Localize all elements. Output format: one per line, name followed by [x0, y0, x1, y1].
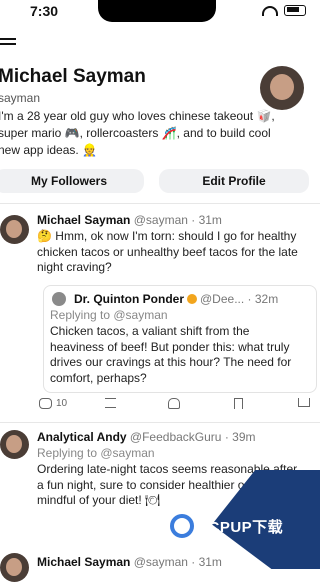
repost-button[interactable]	[105, 398, 116, 408]
post-header: Michael Sayman @sayman · 31m	[37, 555, 222, 569]
menu-icon[interactable]	[0, 38, 16, 48]
comment-button[interactable]: 10	[39, 398, 67, 409]
profile-bio: I'm a 28 year old guy who loves chinese …	[0, 109, 275, 157]
like-button[interactable]	[168, 398, 180, 409]
post-meta: @FeedbackGuru · 39m	[129, 430, 256, 444]
replying-to: Replying to @sayman	[37, 446, 155, 460]
verified-icon	[187, 294, 197, 304]
bookmark-icon	[234, 398, 243, 409]
reply-header: Dr. Quinton Ponder @Dee... · 32m	[74, 292, 278, 306]
replying-to: Replying to @sayman	[50, 308, 168, 322]
comment-icon	[39, 398, 52, 409]
share-icon	[298, 398, 310, 407]
post-actions: 10	[0, 398, 320, 414]
profile-handle: sayman	[0, 91, 41, 105]
repost-icon	[105, 398, 116, 408]
status-time: 7:30	[30, 3, 59, 19]
reply-text: Chicken tacos, a valiant shift from the …	[50, 324, 292, 385]
status-icons	[262, 5, 306, 16]
quoted-reply[interactable]: Dr. Quinton Ponder @Dee... · 32m Replying…	[43, 285, 317, 393]
reply-meta: @Dee... · 32m	[200, 292, 279, 306]
post-avatar[interactable]	[0, 553, 29, 582]
battery-icon	[284, 5, 306, 16]
watermark-text: PCPUP下载	[198, 518, 284, 536]
reply-avatar	[52, 292, 66, 306]
post-header: Analytical Andy @FeedbackGuru · 39m	[37, 430, 256, 444]
dynamic-island	[98, 0, 216, 22]
watermark: PCPUP下载	[170, 508, 310, 544]
post-meta: @sayman · 31m	[133, 555, 222, 569]
my-followers-button[interactable]: My Followers	[0, 169, 144, 193]
comment-count: 10	[56, 398, 68, 409]
watermark-logo-icon	[170, 514, 194, 538]
post-header: Michael Sayman @sayman · 31m	[37, 213, 222, 227]
post-author[interactable]: Michael Sayman	[37, 555, 130, 569]
heart-icon	[168, 398, 180, 409]
profile-avatar[interactable]	[260, 66, 304, 110]
post-avatar[interactable]	[0, 215, 29, 244]
post-meta: @sayman · 31m	[133, 213, 222, 227]
post-author[interactable]: Michael Sayman	[37, 213, 130, 227]
bookmark-button[interactable]	[234, 398, 243, 409]
share-button[interactable]	[298, 398, 310, 407]
post-text: 🤔 Hmm, ok now I'm torn: should I go for …	[37, 229, 298, 274]
reply-author: Dr. Quinton Ponder	[74, 292, 184, 306]
profile-name: Michael Sayman	[0, 66, 146, 87]
status-bar: 7:30	[0, 0, 320, 26]
divider	[0, 203, 320, 204]
wifi-icon	[262, 5, 278, 16]
divider	[0, 422, 320, 423]
post-author[interactable]: Analytical Andy	[37, 430, 127, 444]
post-avatar[interactable]	[0, 430, 29, 459]
edit-profile-button[interactable]: Edit Profile	[159, 169, 309, 193]
